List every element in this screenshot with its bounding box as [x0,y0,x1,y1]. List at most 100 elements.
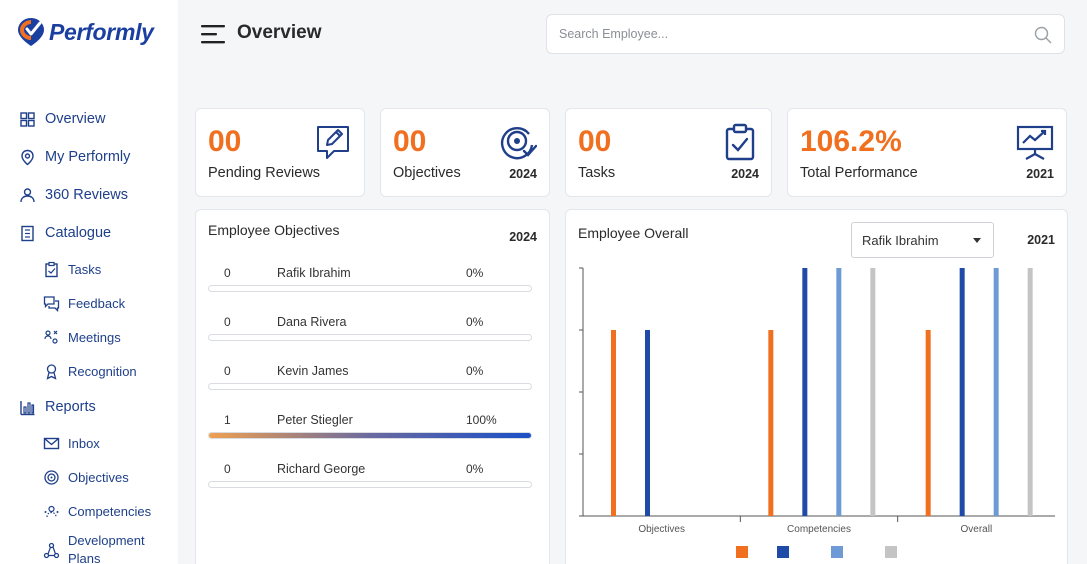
sidebar-item-label: Objectives [68,469,129,485]
sidebar-item-my-performly[interactable]: My Performly [0,138,178,176]
x-tick-label: Overall [960,524,992,535]
mail-icon [43,437,60,449]
objectives-year: 2024 [509,230,537,244]
presentation-chart-icon [1016,125,1054,160]
search-icon[interactable] [1034,26,1052,44]
chart-bar [925,330,931,516]
chart-bar [836,268,842,516]
objective-percent: 100% [466,413,497,427]
logo-mark-icon [18,18,44,46]
network-icon [43,542,60,558]
kpi-label: Tasks [578,165,616,181]
objective-percent: 0% [466,462,484,476]
sidebar-item-label: Tasks [68,261,102,277]
logo-text: Performly [49,18,154,45]
sidebar-item-overview[interactable]: Overview [0,100,178,138]
kpi-year: 2024 [509,167,537,181]
sidebar-item-reports[interactable]: Reports [0,388,178,426]
legend-swatch [777,546,789,558]
x-tick-label: Competencies [787,524,851,535]
sidebar-item-competencies[interactable]: Competencies [0,494,178,528]
sidebar-item-feedback[interactable]: Feedback [0,286,178,320]
employee-overall-card: Employee Overall Rafik Ibrahim 2021 Obje… [565,209,1068,564]
sidebar-nav: Overview My Performly 360 Reviews Catalogue… [0,100,178,564]
sidebar-item-objectives[interactable]: Objectives [0,460,178,494]
objective-count: 0 [224,462,231,476]
sidebar-item-label: Development Plans [68,533,145,564]
chart-bar [870,268,876,516]
sidebar-item-meetings[interactable]: Meetings [0,320,178,354]
objective-row[interactable]: 1 Peter Stiegler 100% [208,409,532,454]
objective-progress-bar [208,481,532,488]
chart-bar [768,330,774,516]
menu-icon[interactable] [200,23,226,45]
sidebar-item-label: 360 Reviews [45,187,129,203]
clipboard-check-icon [725,123,755,161]
objective-row[interactable]: 0 Rafik Ibrahim 0% [208,262,532,307]
objective-progress-fill [209,433,531,438]
competency-icon [44,505,59,517]
sidebar-item-inbox[interactable]: Inbox [0,426,178,460]
legend-swatch [831,546,843,558]
objectives-title: Employee Objectives [208,222,340,238]
sidebar-item-label: Feedback [68,295,126,311]
sidebar-item-tasks[interactable]: Tasks [0,252,178,286]
objective-percent: 0% [466,315,484,329]
objective-employee-name: Kevin James [277,364,349,378]
chat-icon [43,295,60,312]
objective-employee-name: Richard George [277,462,366,476]
sidebar-item-label: Inbox [68,435,100,451]
objective-count: 0 [224,364,231,378]
bar-chart-icon [20,400,35,415]
sidebar-item-recognition[interactable]: Recognition [0,354,178,388]
kpi-card-pending-reviews[interactable]: 00 Pending Reviews [195,108,365,197]
clipboard-icon [45,261,58,277]
kpi-card-total-performance[interactable]: 106.2% Total Performance 2021 [787,108,1067,197]
overall-bar-chart: Objectives Competencies Overall [579,267,1055,558]
kpi-card-objectives[interactable]: 00 Objectives 2024 [380,108,550,197]
location-pin-icon [21,149,34,165]
users-icon [20,187,35,202]
meeting-icon [44,329,58,344]
objective-employee-name: Rafik Ibrahim [277,266,351,280]
search-box [546,14,1065,54]
objective-progress-bar [208,432,532,439]
objective-row[interactable]: 0 Kevin James 0% [208,360,532,405]
chart-bar [959,268,965,516]
award-icon [46,363,57,380]
objective-progress-bar [208,285,532,292]
objective-count: 1 [224,413,231,427]
objective-row[interactable]: 0 Richard George 0% [208,458,532,503]
kpi-card-tasks[interactable]: 00 Tasks 2024 [565,108,772,197]
kpi-year: 2021 [1026,167,1054,181]
sidebar-item-label: Overview [45,111,106,127]
chart-bar [1027,268,1033,516]
edit-review-icon [317,126,349,159]
objective-percent: 0% [466,266,484,280]
chart-bar [611,330,616,516]
sidebar-item-label: Competencies [68,503,152,519]
sidebar-item-label: Meetings [68,329,121,345]
target-icon [44,469,59,485]
objective-count: 0 [224,315,231,329]
sidebar-item-catalogue[interactable]: Catalogue [0,214,178,252]
objective-progress-bar [208,334,532,341]
legend-swatch [885,546,897,558]
chart-bar [993,268,999,516]
sidebar-item-label: Catalogue [45,225,112,241]
kpi-label: Total Performance [800,165,918,181]
sidebar-item-360-reviews[interactable]: 360 Reviews [0,176,178,214]
chart-bar [645,330,650,516]
sidebar-item-label: Reports [45,399,96,415]
catalogue-icon [21,225,34,241]
kpi-label: Pending Reviews [208,165,321,181]
kpi-label: Objectives [393,165,461,181]
sidebar-item-development-plans[interactable]: Development Plans [0,528,178,564]
employee-objectives-card: Employee Objectives 2024 0 Rafik Ibrahim 0… [195,209,550,564]
app-logo[interactable]: Performly [16,16,154,48]
legend-swatch [736,546,748,558]
kpi-value: 106.2% [800,125,902,158]
search-input[interactable] [559,15,1019,53]
objective-row[interactable]: 0 Dana Rivera 0% [208,311,532,356]
kpi-value: 00 [393,125,427,158]
